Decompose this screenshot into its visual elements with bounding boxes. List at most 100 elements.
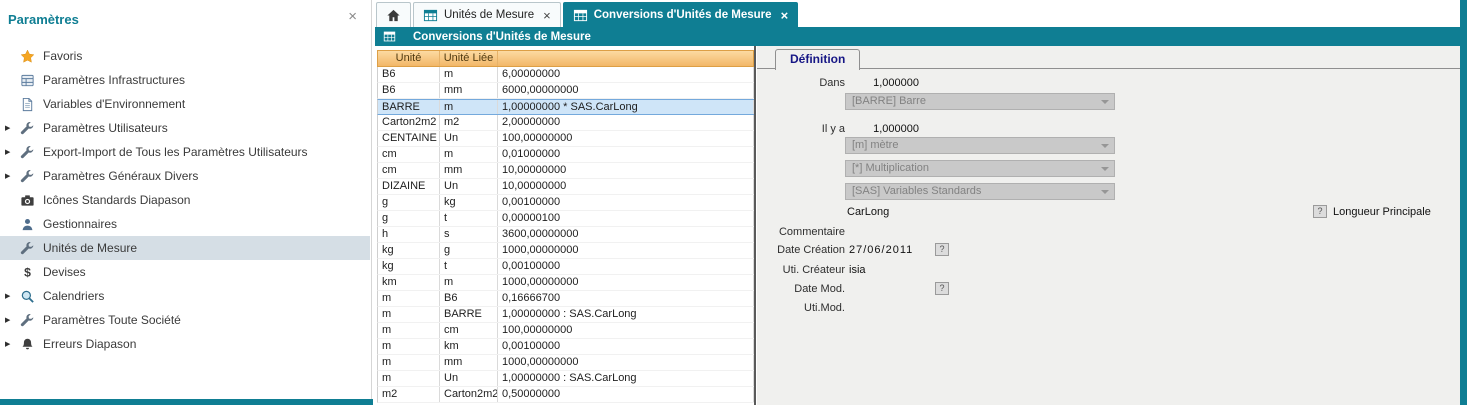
sidebar-item-label: Export-Import de Tous les Paramètres Uti… — [43, 145, 308, 159]
sidebar-item-label: Unités de Mesure — [43, 241, 137, 255]
sidebar-item[interactable]: Gestionnaires — [0, 212, 370, 236]
sidebar-item[interactable]: Favoris — [0, 44, 370, 68]
table-header-row: UnitéUnité Liée — [377, 50, 754, 67]
cell-unite-liee: g — [440, 243, 498, 258]
cell-valeur: 2,00000000 — [498, 115, 754, 130]
table-row[interactable]: cmm0,01000000 — [377, 147, 754, 163]
expand-arrow-icon[interactable]: ▶ — [0, 172, 20, 180]
tab-close-icon[interactable]: × — [781, 9, 789, 22]
tab-definition[interactable]: Définition — [775, 49, 860, 70]
cell-unite: BARRE — [378, 100, 440, 114]
table-row[interactable]: DIZAINEUn10,00000000 — [377, 179, 754, 195]
commentaire-label: Commentaire — [765, 226, 845, 238]
table-row[interactable]: BARREm1,00000000 * SAS.CarLong — [377, 99, 754, 115]
cell-unite-liee: Carton2m2 — [440, 387, 498, 402]
cell-unite: CENTAINE — [378, 131, 440, 146]
sidebar-item[interactable]: $ Devises — [0, 260, 370, 284]
sidebar-item[interactable]: Variables d'Environnement — [0, 92, 370, 116]
camera-icon — [20, 192, 37, 208]
table-row[interactable]: CENTAINEUn100,00000000 — [377, 131, 754, 147]
sidebar-item-label: Devises — [43, 265, 86, 279]
table-row[interactable]: hs3600,00000000 — [377, 227, 754, 243]
window-grid-icon — [383, 29, 400, 45]
sidebar-item[interactable]: ▶ Paramètres Toute Société — [0, 308, 370, 332]
conversions-tab[interactable]: Conversions d'Unités de Mesure × — [563, 2, 798, 27]
cell-valeur: 3600,00000000 — [498, 227, 754, 242]
sidebar-item[interactable]: ▶Paramètres Généraux Divers — [0, 164, 370, 188]
date-creation-value: 27/06/2011 — [849, 244, 913, 256]
cell-unite: h — [378, 227, 440, 242]
sidebar-item[interactable]: ▶Erreurs Diapason — [0, 332, 370, 356]
cell-unite: m — [378, 371, 440, 386]
unites-de-mesure-tab[interactable]: Unités de Mesure× — [413, 2, 561, 27]
cell-unite-liee: BARRE — [440, 307, 498, 322]
table-row[interactable]: kgt0,00100000 — [377, 259, 754, 275]
sidebar-close-icon[interactable]: × — [348, 9, 357, 24]
parameters-sidebar: Paramètres × FavorisParamètres Infrastru… — [0, 0, 372, 399]
table-row[interactable]: kmm1000,00000000 — [377, 275, 754, 291]
tab-close-icon[interactable]: × — [543, 9, 551, 22]
table-row[interactable]: m2Carton2m20,50000000 — [377, 387, 754, 403]
cell-unite-liee: Un — [440, 371, 498, 386]
tab-label: Conversions d'Unités de Mesure — [594, 9, 772, 21]
table-row[interactable]: B6mm6000,00000000 — [377, 83, 754, 99]
wrench-icon — [20, 312, 37, 328]
table-row[interactable]: mcm100,00000000 — [377, 323, 754, 339]
table-row[interactable]: gkg0,00100000 — [377, 195, 754, 211]
expand-arrow-icon[interactable]: ▶ — [0, 316, 20, 324]
sidebar-item[interactable]: Unités de Mesure — [0, 236, 370, 260]
chevron-down-icon — [1101, 144, 1109, 148]
table-row[interactable]: mmm1000,00000000 — [377, 355, 754, 371]
expand-arrow-icon[interactable]: ▶ — [0, 124, 20, 132]
home-tab[interactable] — [376, 2, 411, 27]
column-header[interactable]: Unité — [378, 51, 440, 66]
variable-type-select[interactable]: [SAS] Variables Standards — [845, 183, 1115, 200]
dans-unit-select[interactable]: [BARRE] Barre — [845, 93, 1115, 110]
table-row[interactable]: B6m6,00000000 — [377, 67, 754, 83]
sidebar-item-label: Paramètres Toute Société — [43, 313, 181, 327]
il-y-a-label: Il y a — [765, 123, 845, 135]
svg-text:$: $ — [24, 265, 31, 279]
table-row[interactable]: gt0,00000100 — [377, 211, 754, 227]
dans-unit-select-value: [BARRE] Barre — [852, 95, 926, 107]
cell-unite-liee: mm — [440, 355, 498, 370]
wrench-icon — [20, 120, 37, 136]
sidebar-item[interactable]: Icônes Standards Diapason — [0, 188, 370, 212]
table-row[interactable]: Carton2m2m22,00000000 — [377, 115, 754, 131]
cell-unite-liee: t — [440, 259, 498, 274]
sidebar-title: Paramètres — [8, 12, 79, 27]
column-header[interactable]: Unité Liée — [440, 51, 498, 66]
expand-arrow-icon[interactable]: ▶ — [0, 340, 20, 348]
expand-arrow-icon[interactable]: ▶ — [0, 292, 20, 300]
cell-unite: m — [378, 355, 440, 370]
sidebar-item[interactable]: ▶Paramètres Utilisateurs — [0, 116, 370, 140]
table-row[interactable]: mUn1,00000000 : SAS.CarLong — [377, 371, 754, 387]
longueur-principale-checkbox[interactable]: ? — [1313, 205, 1327, 218]
table-row[interactable]: mB60,16666700 — [377, 291, 754, 307]
sidebar-item[interactable]: ▶Calendriers — [0, 284, 370, 308]
date-creation-picker-button[interactable]: ? — [935, 243, 949, 256]
document-icon — [20, 96, 37, 112]
dollar-icon: $ — [20, 264, 37, 280]
sidebar-item[interactable]: ▶ Export-Import de Tous les Paramètres Ut… — [0, 140, 370, 164]
cell-unite: m2 — [378, 387, 440, 402]
infrastructure-icon — [20, 72, 37, 88]
bell-icon — [20, 336, 37, 352]
date-mod-picker-button[interactable]: ? — [935, 282, 949, 295]
table-row[interactable]: cmmm10,00000000 — [377, 163, 754, 179]
cell-valeur: 0,50000000 — [498, 387, 754, 402]
vertical-scrollbar[interactable] — [1460, 0, 1467, 405]
wrench-icon — [20, 240, 37, 256]
sidebar-item[interactable]: Paramètres Infrastructures — [0, 68, 370, 92]
operation-select[interactable]: [*] Multiplication — [845, 160, 1115, 177]
column-header[interactable] — [498, 51, 753, 66]
cell-valeur: 1000,00000000 — [498, 243, 754, 258]
table-row[interactable]: kgg1000,00000000 — [377, 243, 754, 259]
bottom-chrome-strip — [0, 399, 373, 405]
table-row[interactable]: mBARRE1,00000000 : SAS.CarLong — [377, 307, 754, 323]
expand-arrow-icon[interactable]: ▶ — [0, 148, 20, 156]
uti-mod-label: Uti.Mod. — [765, 302, 845, 314]
panel-splitter[interactable] — [754, 46, 756, 405]
table-row[interactable]: mkm0,00100000 — [377, 339, 754, 355]
target-unit-select[interactable]: [m] mètre — [845, 137, 1115, 154]
